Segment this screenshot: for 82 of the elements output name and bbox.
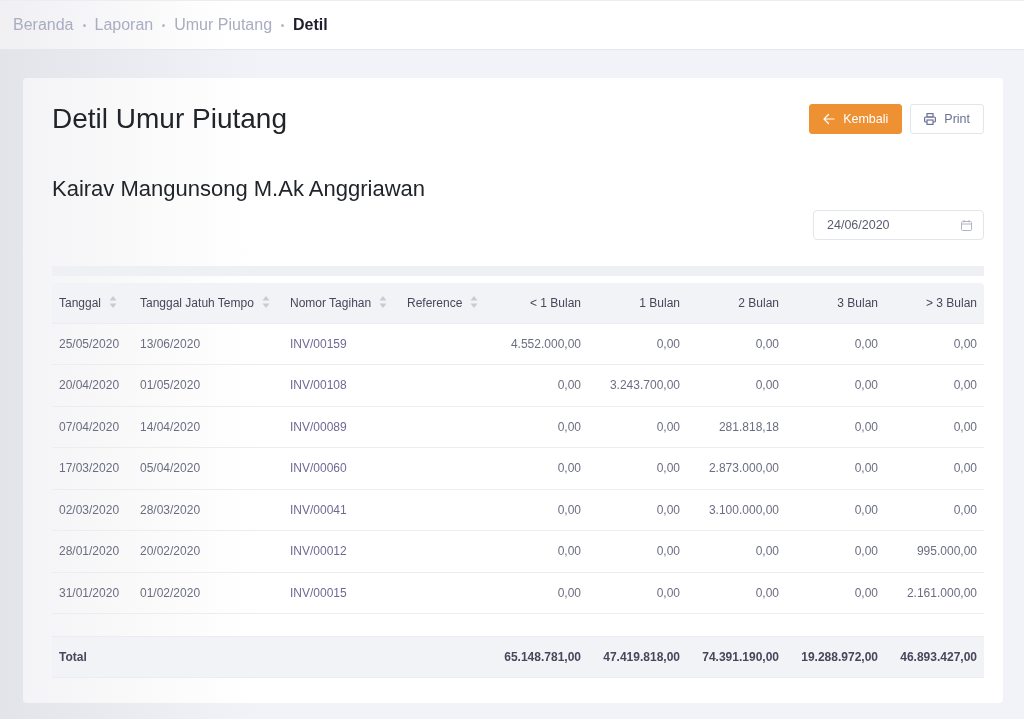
table-cell: 20/02/2020 <box>133 530 283 572</box>
table-cell: 0,00 <box>588 530 687 572</box>
column-header: < 1 Bulan <box>490 283 588 323</box>
table-cell: INV/00015 <box>283 572 400 614</box>
table-cell: INV/00041 <box>283 489 400 531</box>
table-cell: 0,00 <box>490 406 588 448</box>
table-cell: INV/00108 <box>283 364 400 406</box>
table-cell: 14/04/2020 <box>133 406 283 448</box>
table-cell: 2.161.000,00 <box>885 572 984 614</box>
date-field[interactable]: 24/06/2020 <box>813 210 984 240</box>
breadcrumb-link[interactable]: Detil <box>293 13 328 37</box>
table-cell: 20/04/2020 <box>52 364 133 406</box>
total-cell: 47.419.818,00 <box>588 636 687 678</box>
column-header[interactable]: Tanggal Jatuh Tempo <box>133 283 283 323</box>
table-cell: 0,00 <box>588 406 687 448</box>
column-header[interactable]: Tanggal <box>52 283 133 323</box>
table-cell: INV/00012 <box>283 530 400 572</box>
table-cell: 0,00 <box>786 530 885 572</box>
table-cell: 07/04/2020 <box>52 406 133 448</box>
table-cell: 02/03/2020 <box>52 489 133 531</box>
table-cell: 13/06/2020 <box>133 323 283 365</box>
total-label: Total <box>52 636 133 678</box>
column-header[interactable]: Nomor Tagihan <box>283 283 400 323</box>
table-cell: 01/02/2020 <box>133 572 283 614</box>
column-header: 2 Bulan <box>687 283 786 323</box>
table-cell: 0,00 <box>588 489 687 531</box>
table-cell: 0,00 <box>490 530 588 572</box>
table-cell: 0,00 <box>786 323 885 365</box>
table-cell: 0,00 <box>490 489 588 531</box>
table-cell: 0,00 <box>687 323 786 365</box>
table-cell: 0,00 <box>490 364 588 406</box>
table-cell: 0,00 <box>588 447 687 489</box>
table-cell: 28/03/2020 <box>133 489 283 531</box>
table-cell: 0,00 <box>490 572 588 614</box>
table-cell: 2.873.000,00 <box>687 447 786 489</box>
table-cell: 28/01/2020 <box>52 530 133 572</box>
page-title: Detil Umur Piutang <box>52 102 287 136</box>
table-cell: 3.243.700,00 <box>588 364 687 406</box>
table-cell: INV/00159 <box>283 323 400 365</box>
table-cell: 0,00 <box>885 406 984 448</box>
table-cell: 17/03/2020 <box>52 447 133 489</box>
separator-dot-icon <box>281 23 285 27</box>
column-header: 1 Bulan <box>588 283 687 323</box>
table-cell: 25/05/2020 <box>52 323 133 365</box>
table-cell: 0,00 <box>588 323 687 365</box>
separator-dot-icon <box>162 23 166 27</box>
table-cell: 0,00 <box>490 447 588 489</box>
separator-dot-icon <box>82 23 86 27</box>
table-cell: 0,00 <box>786 364 885 406</box>
print-button[interactable]: Print <box>910 104 984 134</box>
table-cell: 0,00 <box>687 530 786 572</box>
table-cell: 281.818,18 <box>687 406 786 448</box>
table-cell: 0,00 <box>786 572 885 614</box>
table-cell: 0,00 <box>786 447 885 489</box>
total-cell: 19.288.972,00 <box>786 636 885 678</box>
customer-name: Kairav Mangunsong M.Ak Anggriawan <box>52 176 426 202</box>
arrow-left-icon <box>823 113 836 125</box>
table-cell: 0,00 <box>885 447 984 489</box>
table-cell: INV/00060 <box>283 447 400 489</box>
table-cell: 0,00 <box>786 489 885 531</box>
table-cell: 3.100.000,00 <box>687 489 786 531</box>
table-cell: 05/04/2020 <box>133 447 283 489</box>
table-cell: 0,00 <box>885 323 984 365</box>
table-cell: 0,00 <box>885 364 984 406</box>
total-cell: 65.148.781,00 <box>490 636 588 678</box>
total-cell: 74.391.190,00 <box>687 636 786 678</box>
printer-icon <box>924 113 937 125</box>
table-cell: 995.000,00 <box>885 530 984 572</box>
table-cell: 0,00 <box>687 572 786 614</box>
column-header: 3 Bulan <box>786 283 885 323</box>
table-cell: 0,00 <box>588 572 687 614</box>
table-cell: 01/05/2020 <box>133 364 283 406</box>
calendar-icon <box>961 219 972 231</box>
table-cell: 4.552.000,00 <box>490 323 588 365</box>
table-cell: 0,00 <box>786 406 885 448</box>
column-header: > 3 Bulan <box>885 283 984 323</box>
table-cell: 0,00 <box>885 489 984 531</box>
total-cell: 46.893.427,00 <box>885 636 984 678</box>
column-header[interactable]: Reference <box>400 283 490 323</box>
table-cell: 31/01/2020 <box>52 572 133 614</box>
table-cell: 0,00 <box>687 364 786 406</box>
table-cell: INV/00089 <box>283 406 400 448</box>
